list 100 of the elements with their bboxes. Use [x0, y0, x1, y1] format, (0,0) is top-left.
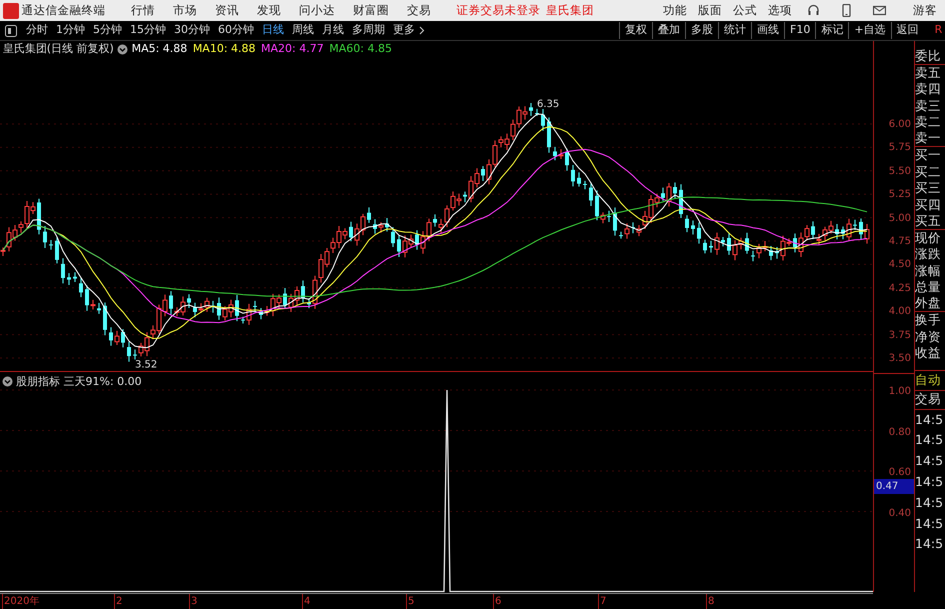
indicator-tick: 0.40	[888, 506, 911, 520]
quote-label: 卖五	[915, 66, 941, 79]
menu-item[interactable]: 问小达	[290, 2, 344, 20]
period-tab[interactable]: 5分钟	[89, 22, 126, 39]
menu-item[interactable]: 交易	[398, 2, 440, 20]
trade-time: 14:5	[915, 538, 944, 551]
price-tick: 4.00	[888, 305, 911, 320]
quote-label: 换手	[915, 314, 941, 326]
auto-label[interactable]: 自动	[915, 374, 941, 386]
period-tab[interactable]: 60分钟	[214, 22, 258, 39]
low-price-label: 3.52	[135, 359, 158, 370]
high-price-label: 6.35	[537, 98, 560, 110]
menu-item[interactable]: 资讯	[206, 2, 248, 20]
menu-item[interactable]: 选项	[762, 2, 798, 20]
headset-icon[interactable]	[807, 4, 820, 17]
menu-item[interactable]: 功能	[657, 2, 692, 20]
chevron-right-icon[interactable]	[419, 26, 425, 35]
quote-label: 卖三	[915, 100, 941, 112]
indicator-title: 股朋指标 三天91%: 0.00	[16, 374, 142, 390]
stock-title: 皇氏集团(日线 前复权)	[2, 41, 114, 57]
quote-label: 买一	[915, 149, 941, 162]
cursor-value-label: 0.47	[874, 478, 914, 494]
period-tab[interactable]: 日线	[258, 22, 288, 39]
trade-time: 14:5	[915, 518, 944, 530]
quote-label: 卖二	[915, 116, 941, 128]
toolbar-button[interactable]: F10	[784, 22, 816, 39]
toolbar-button[interactable]: 标记	[815, 22, 848, 39]
quote-label: 现价	[915, 232, 941, 244]
price-tick: 4.25	[888, 282, 911, 296]
user-name[interactable]: 游客	[912, 2, 937, 20]
quote-label: 买四	[915, 198, 941, 211]
indicator-tick: 0.60	[888, 466, 911, 480]
price-tick: 5.50	[888, 164, 911, 179]
time-axis-label: 2	[114, 594, 122, 608]
time-axis-label: 5	[406, 594, 414, 608]
toolbar-button[interactable]: 返回	[890, 22, 924, 39]
time-axis-label: 8	[706, 594, 714, 608]
menu-item[interactable]: 发现	[248, 2, 290, 20]
toolbar-button[interactable]: 画线	[751, 22, 784, 39]
mail-icon[interactable]	[873, 4, 886, 17]
price-tick: 4.75	[888, 235, 911, 249]
quote-label: 涨幅	[915, 264, 941, 277]
period-tab[interactable]: 月线	[318, 22, 348, 39]
panel-toggle-icon[interactable]	[5, 24, 17, 36]
trade-time: 14:5	[915, 434, 944, 447]
price-tick: 5.00	[888, 212, 911, 226]
time-axis-label: 3	[189, 594, 198, 608]
indicator-tick: 1.00	[888, 385, 911, 399]
quote-label: 委比	[915, 50, 941, 62]
trade-time: 14:5	[915, 476, 944, 489]
price-tick: 5.25	[888, 188, 911, 202]
toolbar-button[interactable]: 统计	[718, 22, 752, 39]
price-tick: 4.50	[888, 258, 911, 272]
trade-time: 14:5	[915, 414, 944, 426]
time-axis-label: 2020年	[2, 594, 40, 608]
menu-item[interactable]: 财富圈	[344, 2, 398, 20]
time-axis-label: 7	[598, 594, 606, 608]
indicator-tick: 0.80	[888, 426, 911, 440]
ma-value: MA5: 4.88	[132, 41, 188, 57]
menu-item[interactable]: 市场	[164, 2, 206, 20]
price-tick: 6.00	[888, 118, 911, 132]
quote-label: 买三	[915, 182, 941, 194]
period-tab[interactable]: 更多	[389, 22, 419, 39]
quote-label: 买五	[915, 214, 941, 227]
dropdown-icon[interactable]	[2, 376, 13, 388]
toolbar-button[interactable]: +自选	[848, 22, 891, 39]
quote-label: 卖一	[915, 132, 941, 144]
price-tick: 5.75	[888, 141, 911, 156]
period-tab[interactable]: 周线	[288, 22, 318, 39]
toolbar-button[interactable]: 叠加	[652, 22, 686, 39]
status-notice[interactable]: 证券交易未登录	[456, 2, 540, 20]
period-tab[interactable]: 30分钟	[170, 22, 214, 39]
period-tab[interactable]: 分时	[22, 22, 52, 39]
period-tab[interactable]: 多周期	[348, 22, 389, 39]
corner-label: R	[934, 22, 942, 38]
ma-value: MA20: 4.77	[261, 41, 324, 57]
ma-value: MA10: 4.88	[192, 41, 256, 57]
price-tick: 3.50	[888, 352, 911, 366]
quote-label: 净资	[915, 330, 941, 343]
time-axis-label: 6	[493, 594, 502, 608]
menu-item[interactable]: 行情	[122, 2, 164, 20]
ma-value: MA60: 4.85	[329, 41, 392, 57]
app-logo-icon	[2, 2, 19, 18]
trade-time: 14:5	[915, 455, 944, 468]
toolbar-button[interactable]: 复权	[619, 22, 652, 39]
quote-label: 外盘	[915, 297, 941, 310]
phone-icon[interactable]	[840, 4, 854, 17]
dropdown-icon[interactable]	[116, 44, 128, 55]
period-tab[interactable]: 15分钟	[126, 22, 170, 39]
time-axis-label: 4	[302, 594, 310, 608]
trade-time: 14:5	[915, 496, 944, 510]
menu-item[interactable]: 版面	[692, 2, 728, 20]
status-notice[interactable]: 皇氏集团	[546, 2, 594, 20]
toolbar-button[interactable]: 多股	[685, 22, 718, 39]
menu-item[interactable]: 公式	[727, 2, 762, 20]
quote-label: 收益	[915, 347, 941, 360]
quote-label: 买二	[915, 166, 941, 178]
period-tab[interactable]: 1分钟	[52, 22, 89, 39]
quote-label: 总量	[915, 281, 941, 294]
app-title: 通达信金融终端	[22, 2, 106, 19]
